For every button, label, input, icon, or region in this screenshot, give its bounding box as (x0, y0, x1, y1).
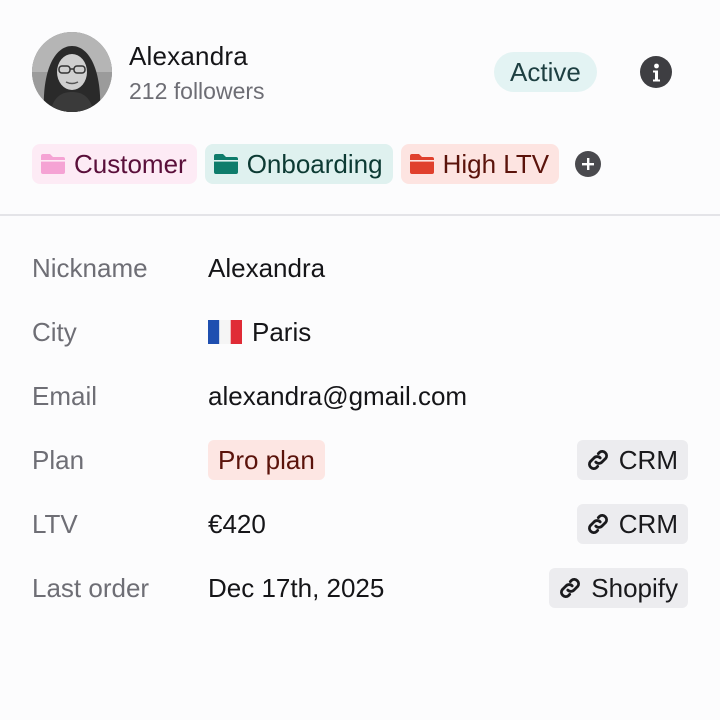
field-label: Last order (32, 572, 150, 603)
field-row-city: City Paris (32, 300, 688, 364)
field-value-city[interactable]: Paris (208, 317, 311, 348)
field-value[interactable]: Alexandra (208, 253, 325, 284)
divider (0, 214, 720, 216)
field-row-ltv: LTV €420 CRM (32, 492, 688, 556)
shopify-link-button[interactable]: Shopify (549, 568, 688, 608)
profile-header: Alexandra 212 followers Active (32, 32, 688, 112)
link-label: CRM (618, 444, 678, 475)
crm-link-button[interactable]: CRM (576, 440, 688, 480)
field-label: City (32, 316, 77, 347)
link-icon (557, 575, 583, 601)
add-tag-icon[interactable] (575, 151, 602, 177)
link-icon (585, 511, 611, 537)
folder-icon (409, 153, 435, 175)
plan-badge: Pro plan (208, 440, 325, 480)
folder-icon (213, 153, 239, 175)
followers-count: 212 followers (129, 78, 265, 104)
field-label: Plan (32, 444, 85, 475)
france-flag-icon (208, 320, 242, 344)
tag-label: High LTV (442, 149, 550, 179)
status-badge: Active (494, 52, 597, 92)
link-label: Shopify (591, 572, 678, 603)
link-icon (585, 447, 611, 473)
field-label: Email (32, 380, 98, 411)
field-list: Nickname Alexandra City Paris Email alex… (32, 236, 688, 620)
tag-onboarding[interactable]: Onboarding (204, 144, 393, 184)
tag-label: Onboarding (246, 149, 383, 179)
field-row-plan: Plan Pro plan CRM (32, 428, 688, 492)
crm-link-button[interactable]: CRM (576, 504, 688, 544)
tag-label: Customer (74, 149, 187, 179)
folder-icon (40, 153, 66, 175)
city-name: Paris (252, 316, 312, 347)
tag-list: Customer Onboarding High LTV (32, 144, 602, 184)
field-value[interactable]: alexandra@gmail.com (208, 381, 467, 412)
avatar[interactable] (32, 32, 112, 112)
tag-customer[interactable]: Customer (32, 144, 197, 184)
field-row-email: Email alexandra@gmail.com (32, 364, 688, 428)
info-icon[interactable] (640, 56, 672, 88)
field-row-nickname: Nickname Alexandra (32, 236, 688, 300)
profile-name: Alexandra (129, 41, 248, 71)
field-value[interactable]: €420 (208, 509, 266, 540)
link-label: CRM (618, 508, 678, 539)
field-label: Nickname (32, 252, 148, 283)
field-value-plan[interactable]: Pro plan (208, 440, 325, 480)
field-value[interactable]: Dec 17th, 2025 (208, 573, 384, 604)
tag-high-ltv[interactable]: High LTV (400, 144, 560, 184)
field-label: LTV (32, 508, 78, 539)
field-row-last-order: Last order Dec 17th, 2025 Shopify (32, 556, 688, 620)
